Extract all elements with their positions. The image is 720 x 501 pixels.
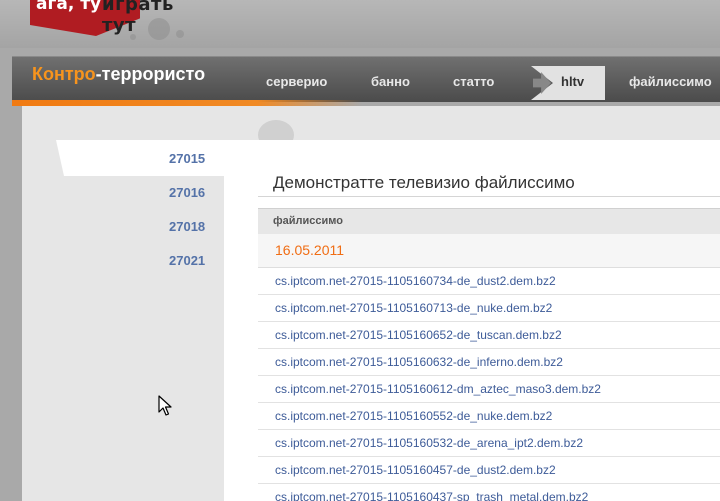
file-row: cs.iptcom.net-27015-1105160532-de_arena_… [258,430,720,457]
file-link[interactable]: cs.iptcom.net-27015-1105160437-sp_trash_… [275,490,588,501]
logo-text-part2: играть тут [102,0,174,36]
date-group-label: 16.05.2011 [275,242,345,258]
title-divider [258,196,720,197]
file-link[interactable]: cs.iptcom.net-27015-1105160612-dm_aztec_… [275,382,601,396]
logo-text-part1: ага, ту [36,0,102,14]
sidebar-item-27015[interactable]: 27015 [169,151,205,166]
file-row: cs.iptcom.net-27015-1105160552-de_nuke.d… [258,403,720,430]
nav-item-files[interactable]: файлиссимо [629,74,712,89]
list-header-label: файлиссимо [273,215,343,227]
site-title[interactable]: Контро-террористо [32,64,205,85]
file-link[interactable]: cs.iptcom.net-27015-1105160734-de_dust2.… [275,274,556,288]
sidebar-item-27018[interactable]: 27018 [169,219,205,234]
logo[interactable]: ага, ту играть тут [30,0,195,36]
file-link[interactable]: cs.iptcom.net-27015-1105160457-de_dust2.… [275,463,556,477]
site-title-part2: -террористо [95,64,206,84]
file-row: cs.iptcom.net-27015-1105160713-de_nuke.d… [258,295,720,322]
mouse-cursor-icon [158,395,172,416]
file-row: cs.iptcom.net-27015-1105160437-sp_trash_… [258,484,720,501]
sidebar-item-27016[interactable]: 27016 [169,185,205,200]
file-link[interactable]: cs.iptcom.net-27015-1105160552-de_nuke.d… [275,409,552,423]
file-link[interactable]: cs.iptcom.net-27015-1105160632-de_infern… [275,355,563,369]
file-link[interactable]: cs.iptcom.net-27015-1105160652-de_tuscan… [275,328,562,342]
nav-item-bans[interactable]: банно [371,74,410,89]
nav-item-servers[interactable]: серверио [266,74,327,89]
file-link[interactable]: cs.iptcom.net-27015-1105160532-de_arena_… [275,436,583,450]
file-row: cs.iptcom.net-27015-1105160652-de_tuscan… [258,322,720,349]
site-title-part1: Контро [32,64,96,84]
nav-item-stats[interactable]: статто [453,74,494,89]
file-link[interactable]: cs.iptcom.net-27015-1105160713-de_nuke.d… [275,301,552,315]
nav-item-hltv-label[interactable]: hltv [561,74,584,89]
page-title: Демонстратте телевизио файлиссимо [273,173,575,192]
file-row: cs.iptcom.net-27015-1105160457-de_dust2.… [258,457,720,484]
file-row: cs.iptcom.net-27015-1105160734-de_dust2.… [258,268,720,295]
sidebar-item-27021[interactable]: 27021 [169,253,205,268]
file-row: cs.iptcom.net-27015-1105160612-dm_aztec_… [258,376,720,403]
file-row: cs.iptcom.net-27015-1105160632-de_infern… [258,349,720,376]
